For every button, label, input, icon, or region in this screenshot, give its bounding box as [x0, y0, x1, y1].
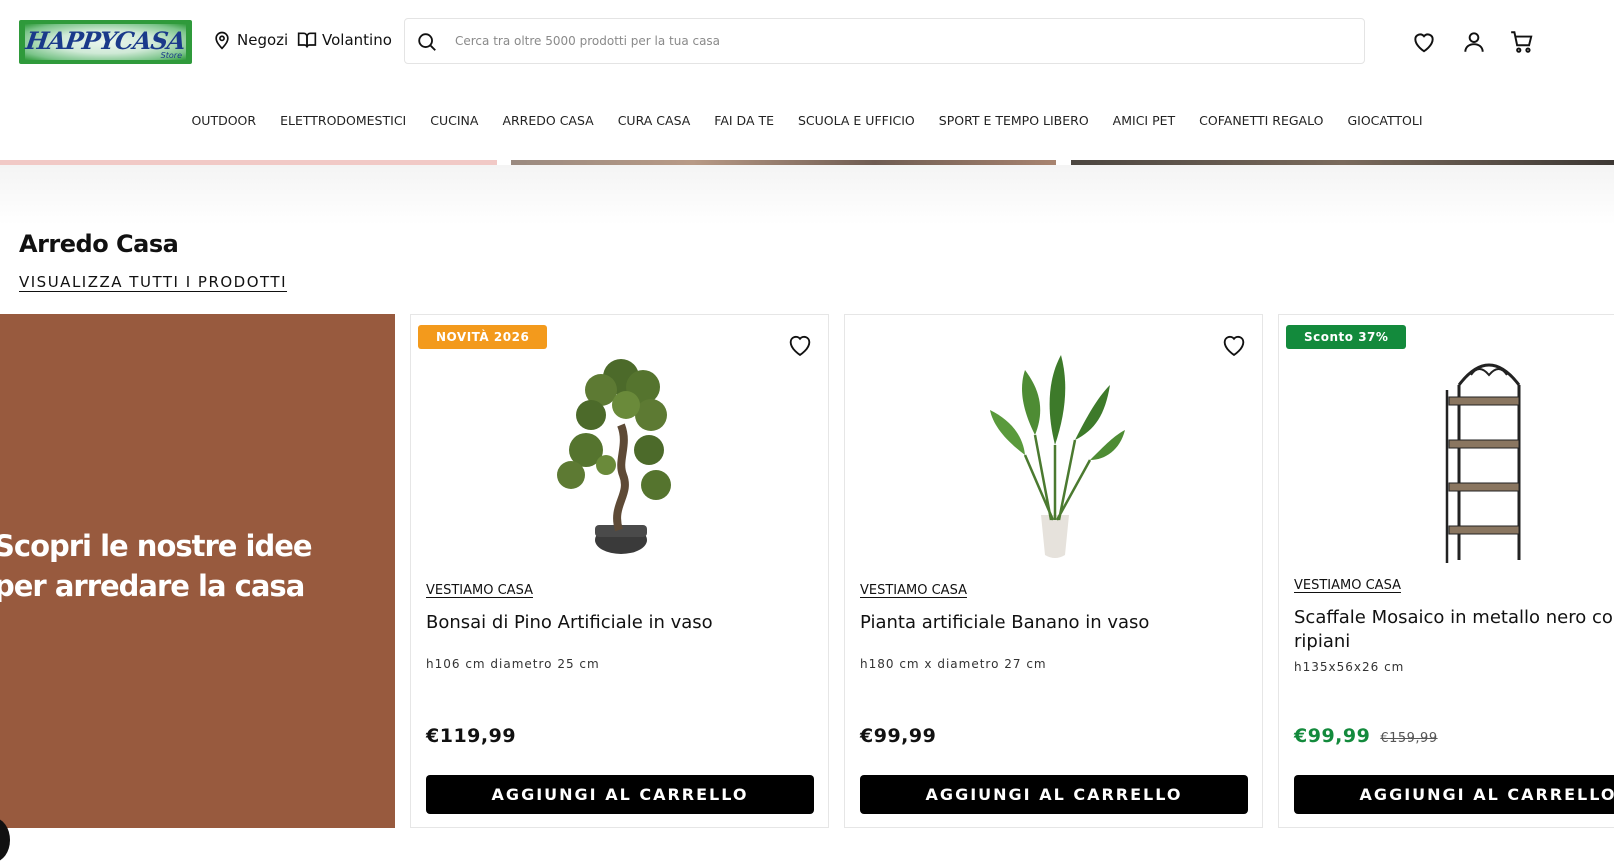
section-title: Arredo Casa [19, 230, 179, 258]
original-price: €159,99 [1380, 731, 1438, 746]
add-to-wishlist-button[interactable] [786, 331, 814, 359]
open-book-icon [297, 32, 317, 48]
promo-text: Scopri le nostre idee per arredare la ca… [0, 529, 313, 603]
logo-subtext: Store [160, 51, 182, 60]
product-dimensions: h180 cm x diametro 27 cm [860, 657, 1047, 671]
account-button[interactable] [1461, 29, 1487, 55]
cart-button[interactable] [1509, 29, 1535, 55]
site-header: HAPPYCASA Store Negozi Volantino OUTDOOR… [0, 0, 1614, 160]
mosaic-shelf-image[interactable] [1399, 345, 1579, 565]
main-nav: OUTDOOR ELETTRODOMESTICI CUCINA ARREDO CASA… [0, 113, 1614, 128]
flyer-link[interactable]: Volantino [297, 30, 392, 50]
product-name[interactable]: Bonsai di Pino Artificiale in vaso [426, 611, 826, 635]
heart-icon [1414, 33, 1434, 53]
product-card[interactable]: NOVITÀ 2026 VESTIAMO CASA Bonsai di Pino… [410, 314, 829, 828]
nav-item[interactable]: OUTDOOR [179, 113, 268, 128]
nav-item[interactable]: COFANETTI REGALO [1187, 113, 1335, 128]
heart-icon [789, 336, 811, 357]
search-input[interactable] [455, 19, 1345, 63]
add-to-cart-button[interactable]: AGGIUNGI AL CARRELLO [1294, 775, 1614, 814]
nav-item[interactable]: FAI DA TE [702, 113, 786, 128]
banana-plant-image[interactable] [965, 345, 1145, 565]
cart-icon [1511, 31, 1533, 53]
product-price: €99,99 €159,99 [1294, 725, 1438, 747]
nav-item[interactable]: ELETTRODOMESTICI [268, 113, 418, 128]
product-card[interactable]: VESTIAMO CASA Pianta artificiale Banano … [844, 314, 1263, 828]
nav-item[interactable]: CUCINA [418, 113, 490, 128]
user-icon [1464, 32, 1484, 52]
product-name[interactable]: Pianta artificiale Banano in vaso [860, 611, 1260, 635]
wishlist-button[interactable] [1411, 29, 1437, 55]
current-price: €99,99 [860, 725, 937, 747]
product-price: €99,99 [860, 725, 936, 747]
nav-item[interactable]: CURA CASA [606, 113, 703, 128]
product-price: €119,99 [426, 725, 516, 747]
product-brand-link[interactable]: VESTIAMO CASA [1294, 578, 1401, 593]
search-icon[interactable] [416, 31, 438, 53]
page: HAPPYCASA Store Negozi Volantino OUTDOOR… [0, 0, 1614, 863]
nav-item[interactable]: AMICI PET [1101, 113, 1187, 128]
see-all-products-link[interactable]: VISUALIZZA TUTTI I PRODOTTI [19, 273, 287, 291]
nav-item[interactable]: SCUOLA E UFFICIO [786, 113, 927, 128]
nav-item[interactable]: ARREDO CASA [490, 113, 605, 128]
product-brand-link[interactable]: VESTIAMO CASA [426, 583, 533, 598]
product-name[interactable]: Scaffale Mosaico in metallo nero con 4 r… [1294, 606, 1614, 654]
product-card[interactable]: Sconto 37% VESTIAMO CASA Scaffale Mosaic… [1278, 314, 1614, 828]
search-bar [404, 18, 1365, 64]
nav-item[interactable]: GIOCATTOLI [1335, 113, 1434, 128]
current-price: €119,99 [426, 725, 517, 747]
stores-label: Negozi [237, 31, 289, 49]
discount-badge: Sconto 37% [1286, 325, 1407, 349]
stores-link[interactable]: Negozi [212, 30, 288, 50]
product-brand-link[interactable]: VESTIAMO CASA [860, 583, 967, 598]
current-price: €99,99 [1294, 725, 1371, 747]
add-to-wishlist-button[interactable] [1220, 331, 1248, 359]
bonsai-image[interactable] [531, 345, 711, 565]
nav-item[interactable]: SPORT E TEMPO LIBERO [927, 113, 1101, 128]
site-logo[interactable]: HAPPYCASA Store [19, 20, 192, 64]
heart-icon [1223, 336, 1245, 357]
promo-panel[interactable]: Scopri le nostre idee per arredare la ca… [0, 314, 395, 828]
location-pin-icon [215, 31, 229, 50]
add-to-cart-button[interactable]: AGGIUNGI AL CARRELLO [860, 775, 1248, 814]
new-badge: NOVITÀ 2026 [418, 325, 548, 349]
add-to-cart-button[interactable]: AGGIUNGI AL CARRELLO [426, 775, 814, 814]
product-dimensions: h135x56x26 cm [1294, 660, 1405, 674]
flyer-label: Volantino [322, 31, 392, 49]
product-dimensions: h106 cm diametro 25 cm [426, 657, 600, 671]
